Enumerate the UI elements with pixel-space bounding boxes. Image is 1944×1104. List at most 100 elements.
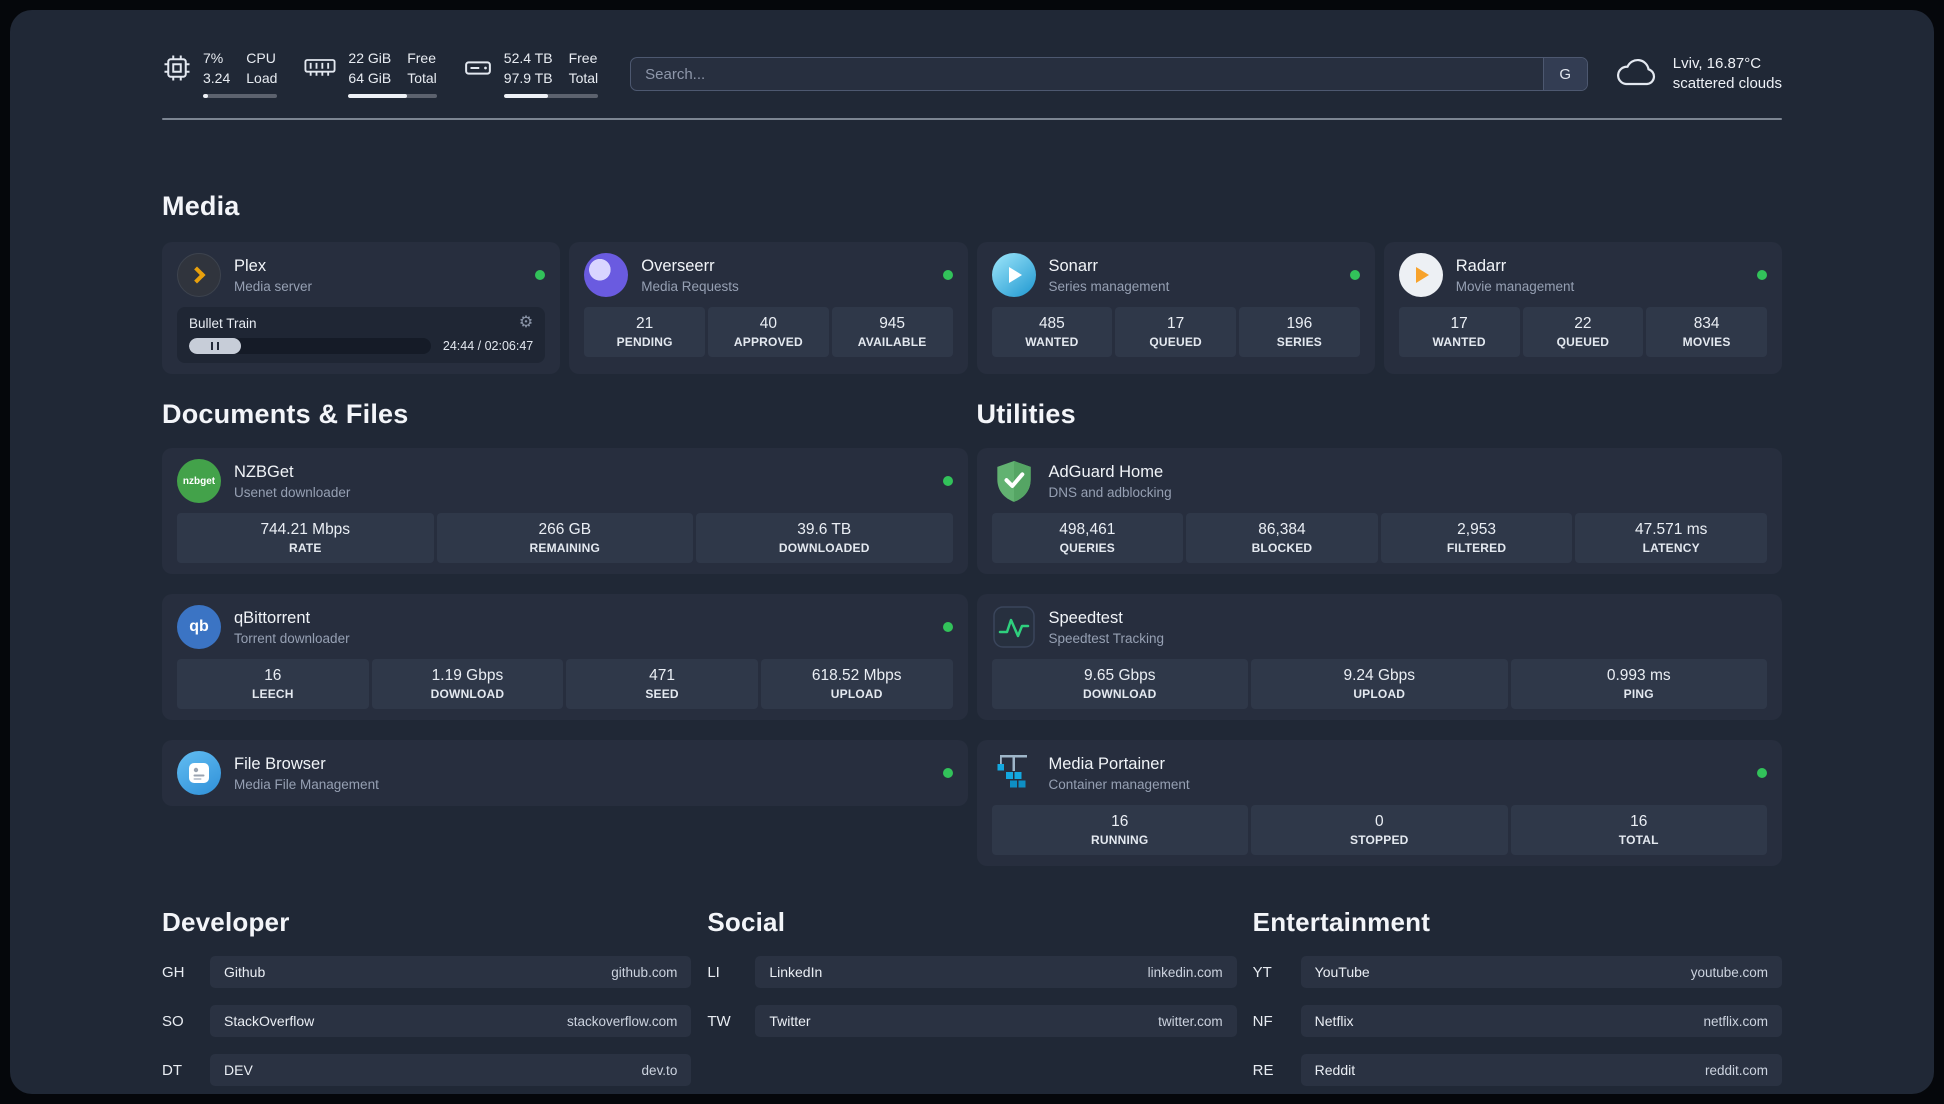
app-subtitle: Series management <box>1048 278 1170 294</box>
stat-tile: 744.21 Mbps RATE <box>177 513 434 563</box>
plex-card[interactable]: Plex Media server Bullet Train ⚙ 24:44 /… <box>162 242 561 374</box>
cpu-widget: 7% 3.24 CPU Load <box>162 50 278 98</box>
playback-time: 24:44 / 02:06:47 <box>442 339 534 353</box>
status-dot <box>1757 270 1767 280</box>
stat-tile: 17 WANTED <box>1398 307 1520 357</box>
stat-value: 17 <box>1450 315 1468 332</box>
stat-label: DOWNLOAD <box>1082 687 1157 701</box>
link-reddit[interactable]: Reddit reddit.com <box>1300 1054 1782 1086</box>
nzbget-card[interactable]: nzbget NZBGet Usenet downloader 744.21 M… <box>162 448 968 574</box>
search-bar: G <box>630 57 1588 91</box>
adguard-card[interactable]: AdGuard Home DNS and adblocking 498,461 … <box>976 448 1782 574</box>
stat-value: 2,953 <box>1457 521 1496 538</box>
stat-label: PING <box>1623 687 1654 701</box>
link-name: Github <box>224 964 266 980</box>
disk-total-value: 97.9 TB <box>503 70 553 86</box>
weather-widget: Lviv, 16.87°C scattered clouds <box>1614 54 1782 94</box>
weather-location: Lviv, 16.87°C <box>1672 55 1762 72</box>
link-url: linkedin.com <box>1147 964 1223 980</box>
top-bar: 7% 3.24 CPU Load 22 GiB 64 GiB Free Tota… <box>162 50 1782 98</box>
stat-label: APPROVED <box>733 335 803 349</box>
link-dev[interactable]: DEV dev.to <box>210 1054 692 1086</box>
stat-value: 0.993 ms <box>1606 667 1671 684</box>
search-engine-button[interactable]: G <box>1542 58 1587 90</box>
stat-tile: 485 WANTED <box>991 307 1113 357</box>
stat-label: SERIES <box>1276 335 1322 349</box>
stat-value: 485 <box>1038 315 1065 332</box>
pause-button[interactable] <box>189 338 241 354</box>
stat-label: REMAINING <box>529 541 600 555</box>
link-stackoverflow[interactable]: StackOverflow stackoverflow.com <box>210 1005 692 1037</box>
adguard-shield-icon <box>992 459 1036 503</box>
stat-label: LEECH <box>251 687 294 701</box>
app-title: qBittorrent <box>234 608 311 627</box>
utilities-column: Utilities AdGuard Home DNS and adblockin… <box>976 398 1782 866</box>
play-icon <box>1009 267 1022 283</box>
stat-value: 22 <box>1574 315 1592 332</box>
stat-label: DOWNLOADED <box>778 541 870 555</box>
overseerr-card[interactable]: Overseerr Media Requests 21 PENDING 40 A… <box>569 242 968 374</box>
filebrowser-icon <box>177 751 221 795</box>
link-row: SO StackOverflow stackoverflow.com <box>162 1005 692 1037</box>
stat-tile: 22 QUEUED <box>1522 307 1644 357</box>
stat-tile: 40 APPROVED <box>708 307 829 357</box>
weather-condition: scattered clouds <box>1672 75 1782 92</box>
playback-progress-bar[interactable] <box>189 338 431 354</box>
stat-tile: 16 LEECH <box>177 659 369 709</box>
app-subtitle: Media Requests <box>641 278 739 294</box>
disk-usage-bar <box>503 94 599 98</box>
gear-icon[interactable]: ⚙ <box>519 315 533 331</box>
link-netflix[interactable]: Netflix netflix.com <box>1300 1005 1782 1037</box>
portainer-card[interactable]: Media Portainer Container management 16 … <box>976 740 1782 866</box>
link-url: reddit.com <box>1704 1062 1768 1078</box>
app-title: AdGuard Home <box>1048 462 1164 481</box>
ram-free-label: Free <box>407 50 437 66</box>
radarr-card[interactable]: Radarr Movie management 17 WANTED 22 QUE… <box>1383 242 1782 374</box>
link-abbr: YT <box>1252 963 1272 981</box>
link-twitter[interactable]: Twitter twitter.com <box>755 1005 1237 1037</box>
link-url: twitter.com <box>1158 1013 1223 1029</box>
developer-section-heading: Developer <box>162 907 290 937</box>
overseerr-icon <box>584 253 629 297</box>
sonarr-card[interactable]: Sonarr Series management 485 WANTED 17 Q… <box>976 242 1375 374</box>
ram-free-value: 22 GiB <box>348 50 392 66</box>
stat-tile: 21 PENDING <box>584 307 705 357</box>
link-name: StackOverflow <box>224 1013 315 1029</box>
search-input[interactable] <box>631 58 1543 90</box>
portainer-crane-icon <box>992 751 1036 795</box>
stat-tile: 0 STOPPED <box>1251 805 1508 855</box>
plex-chevron-icon <box>188 266 205 284</box>
stat-value: 1.19 Gbps <box>431 667 504 684</box>
qbittorrent-icon-text: qb <box>189 618 209 635</box>
stat-tile: 17 QUEUED <box>1115 307 1236 357</box>
link-abbr: NF <box>1252 1012 1273 1030</box>
plex-now-playing-panel: Bullet Train ⚙ 24:44 / 02:06:47 <box>177 307 546 363</box>
qbittorrent-card[interactable]: qb qBittorrent Torrent downloader 16 LEE… <box>162 594 968 720</box>
link-url: stackoverflow.com <box>567 1013 678 1029</box>
stat-label: WANTED <box>1025 335 1079 349</box>
app-subtitle: Media server <box>234 278 313 294</box>
link-youtube[interactable]: YouTube youtube.com <box>1300 956 1782 988</box>
stat-label: QUEUED <box>1149 335 1202 349</box>
link-url: github.com <box>611 964 678 980</box>
play-icon <box>1416 267 1430 283</box>
stat-value: 834 <box>1693 315 1720 332</box>
stat-value: 16 <box>1630 813 1648 830</box>
link-github[interactable]: Github github.com <box>210 956 692 988</box>
social-section-heading: Social <box>707 907 786 937</box>
link-abbr: SO <box>162 1012 184 1030</box>
disk-free-label: Free <box>568 50 598 66</box>
stat-label: RATE <box>288 541 322 555</box>
link-row: TW Twitter twitter.com <box>707 1005 1237 1037</box>
speedtest-card[interactable]: Speedtest Speedtest Tracking 9.65 Gbps D… <box>976 594 1782 720</box>
app-title: Sonarr <box>1048 256 1099 275</box>
cpu-percent: 7% <box>203 50 224 66</box>
divider <box>162 118 1782 120</box>
stat-tile: 16 TOTAL <box>1510 805 1767 855</box>
link-linkedin[interactable]: LinkedIn linkedin.com <box>755 956 1237 988</box>
stat-value: 39.6 TB <box>797 521 852 538</box>
status-dot <box>535 270 546 280</box>
ram-usage-bar <box>348 94 437 98</box>
link-url: youtube.com <box>1690 964 1768 980</box>
filebrowser-card[interactable]: File Browser Media File Management <box>162 740 968 806</box>
